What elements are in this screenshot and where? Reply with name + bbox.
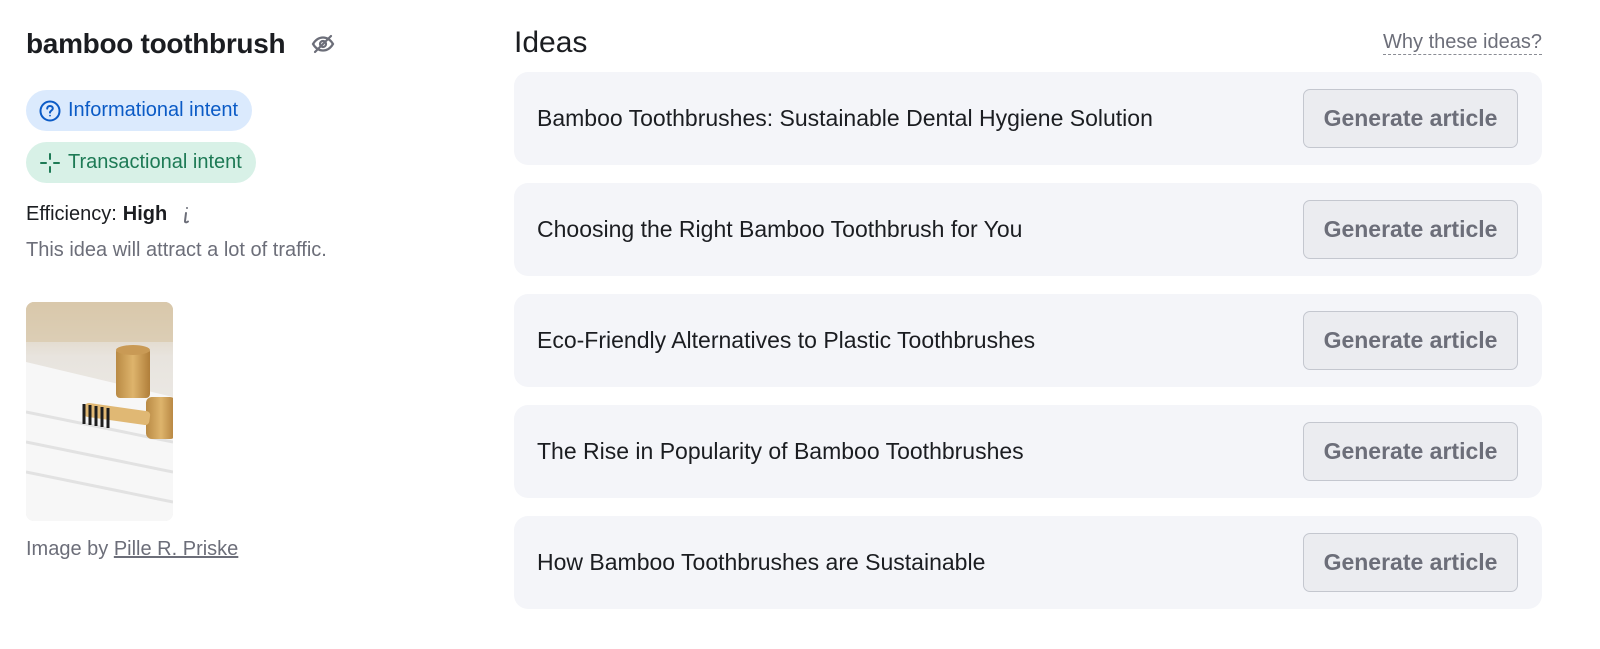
ideas-list: Bamboo Toothbrushes: Sustainable Dental … (514, 72, 1542, 627)
eye-off-icon[interactable] (309, 30, 337, 58)
generate-article-button[interactable]: Generate article (1303, 422, 1518, 481)
informational-intent-badge: Informational intent (26, 90, 253, 131)
idea-card: The Rise in Popularity of Bamboo Toothbr… (514, 405, 1542, 498)
efficiency-description: This idea will attract a lot of traffic. (26, 239, 327, 261)
intent-label: Transactional intent (68, 151, 242, 173)
intent-label: Informational intent (68, 99, 239, 121)
question-circle-icon (38, 99, 62, 123)
generate-article-button[interactable]: Generate article (1303, 200, 1518, 259)
ideas-title: Ideas (514, 26, 588, 59)
author-link[interactable]: Pille R. Priske (114, 538, 238, 560)
image-credit: Image by Pille R. Priske (26, 538, 238, 561)
keyword-image (26, 302, 173, 521)
idea-card: Bamboo Toothbrushes: Sustainable Dental … (514, 72, 1542, 165)
generate-article-button[interactable]: Generate article (1303, 533, 1518, 592)
idea-card: Choosing the Right Bamboo Toothbrush for… (514, 183, 1542, 276)
generate-article-button[interactable]: Generate article (1303, 311, 1518, 370)
efficiency-label: Efficiency: (26, 203, 117, 225)
transactional-intent-badge: Transactional intent (26, 142, 256, 183)
crosshair-icon (38, 151, 62, 175)
keyword-title: bamboo toothbrush (26, 28, 286, 59)
efficiency-value: High (122, 203, 168, 225)
credit-prefix: Image by (26, 538, 109, 560)
idea-title: Eco-Friendly Alternatives to Plastic Too… (537, 327, 1036, 353)
keyword-header: bamboo toothbrush (26, 28, 337, 60)
idea-card: How Bamboo Toothbrushes are Sustainable … (514, 516, 1542, 609)
idea-card: Eco-Friendly Alternatives to Plastic Too… (514, 294, 1542, 387)
generate-article-button[interactable]: Generate article (1303, 89, 1518, 148)
idea-title: Choosing the Right Bamboo Toothbrush for… (537, 216, 1023, 242)
why-these-ideas-link[interactable]: Why these ideas? (1383, 31, 1542, 55)
efficiency-row: Efficiency: High (26, 203, 195, 226)
idea-title: Bamboo Toothbrushes: Sustainable Dental … (537, 105, 1153, 131)
idea-title: How Bamboo Toothbrushes are Sustainable (537, 549, 986, 575)
idea-title: The Rise in Popularity of Bamboo Toothbr… (537, 438, 1024, 464)
info-icon[interactable] (177, 204, 195, 226)
